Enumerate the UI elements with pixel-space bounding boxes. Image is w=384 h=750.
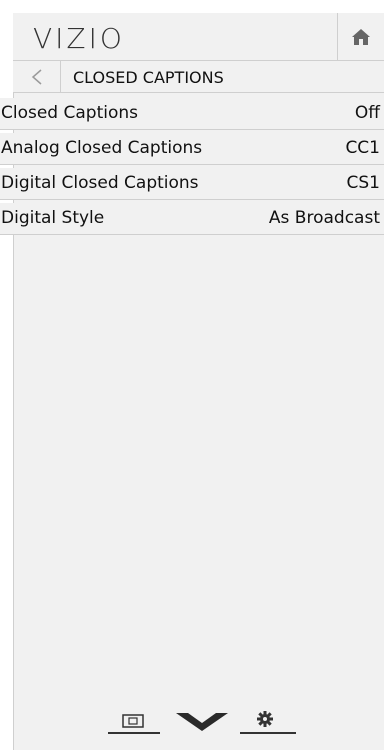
bottom-nav-bar [100, 705, 300, 737]
menu-item-analog-closed-captions[interactable]: Analog Closed Captions CC1 [0, 133, 384, 165]
submenu-header: CLOSED CAPTIONS [13, 61, 384, 93]
menu-item-value: CC1 [345, 138, 380, 158]
menu-item-label: Analog Closed Captions [1, 138, 203, 158]
menu-item-label: Digital Style [1, 208, 105, 228]
home-button[interactable] [337, 13, 384, 60]
header: VIZIO [13, 13, 384, 61]
menu-item-value: CS1 [346, 173, 380, 193]
menu-item-closed-captions[interactable]: Closed Captions Off [0, 98, 384, 130]
home-icon [352, 28, 370, 45]
settings-underline [240, 732, 296, 734]
gear-icon [257, 711, 273, 727]
settings-menu: Closed Captions Off Analog Closed Captio… [0, 98, 384, 238]
page-title: CLOSED CAPTIONS [73, 68, 224, 87]
chevron-down-icon [176, 713, 228, 731]
input-underline [108, 732, 160, 734]
back-arrow-icon [31, 68, 41, 85]
vizio-logo: VIZIO [33, 22, 125, 55]
menu-item-value: Off [354, 103, 380, 123]
menu-item-label: Closed Captions [1, 103, 139, 123]
close-menu-button[interactable] [174, 709, 230, 735]
back-button[interactable] [13, 61, 61, 92]
settings-button[interactable] [250, 709, 280, 733]
menu-item-label: Digital Closed Captions [1, 173, 199, 193]
menu-item-digital-style[interactable]: Digital Style As Broadcast [0, 203, 384, 235]
menu-item-value: As Broadcast [268, 208, 380, 228]
menu-item-digital-closed-captions[interactable]: Digital Closed Captions CS1 [0, 168, 384, 200]
